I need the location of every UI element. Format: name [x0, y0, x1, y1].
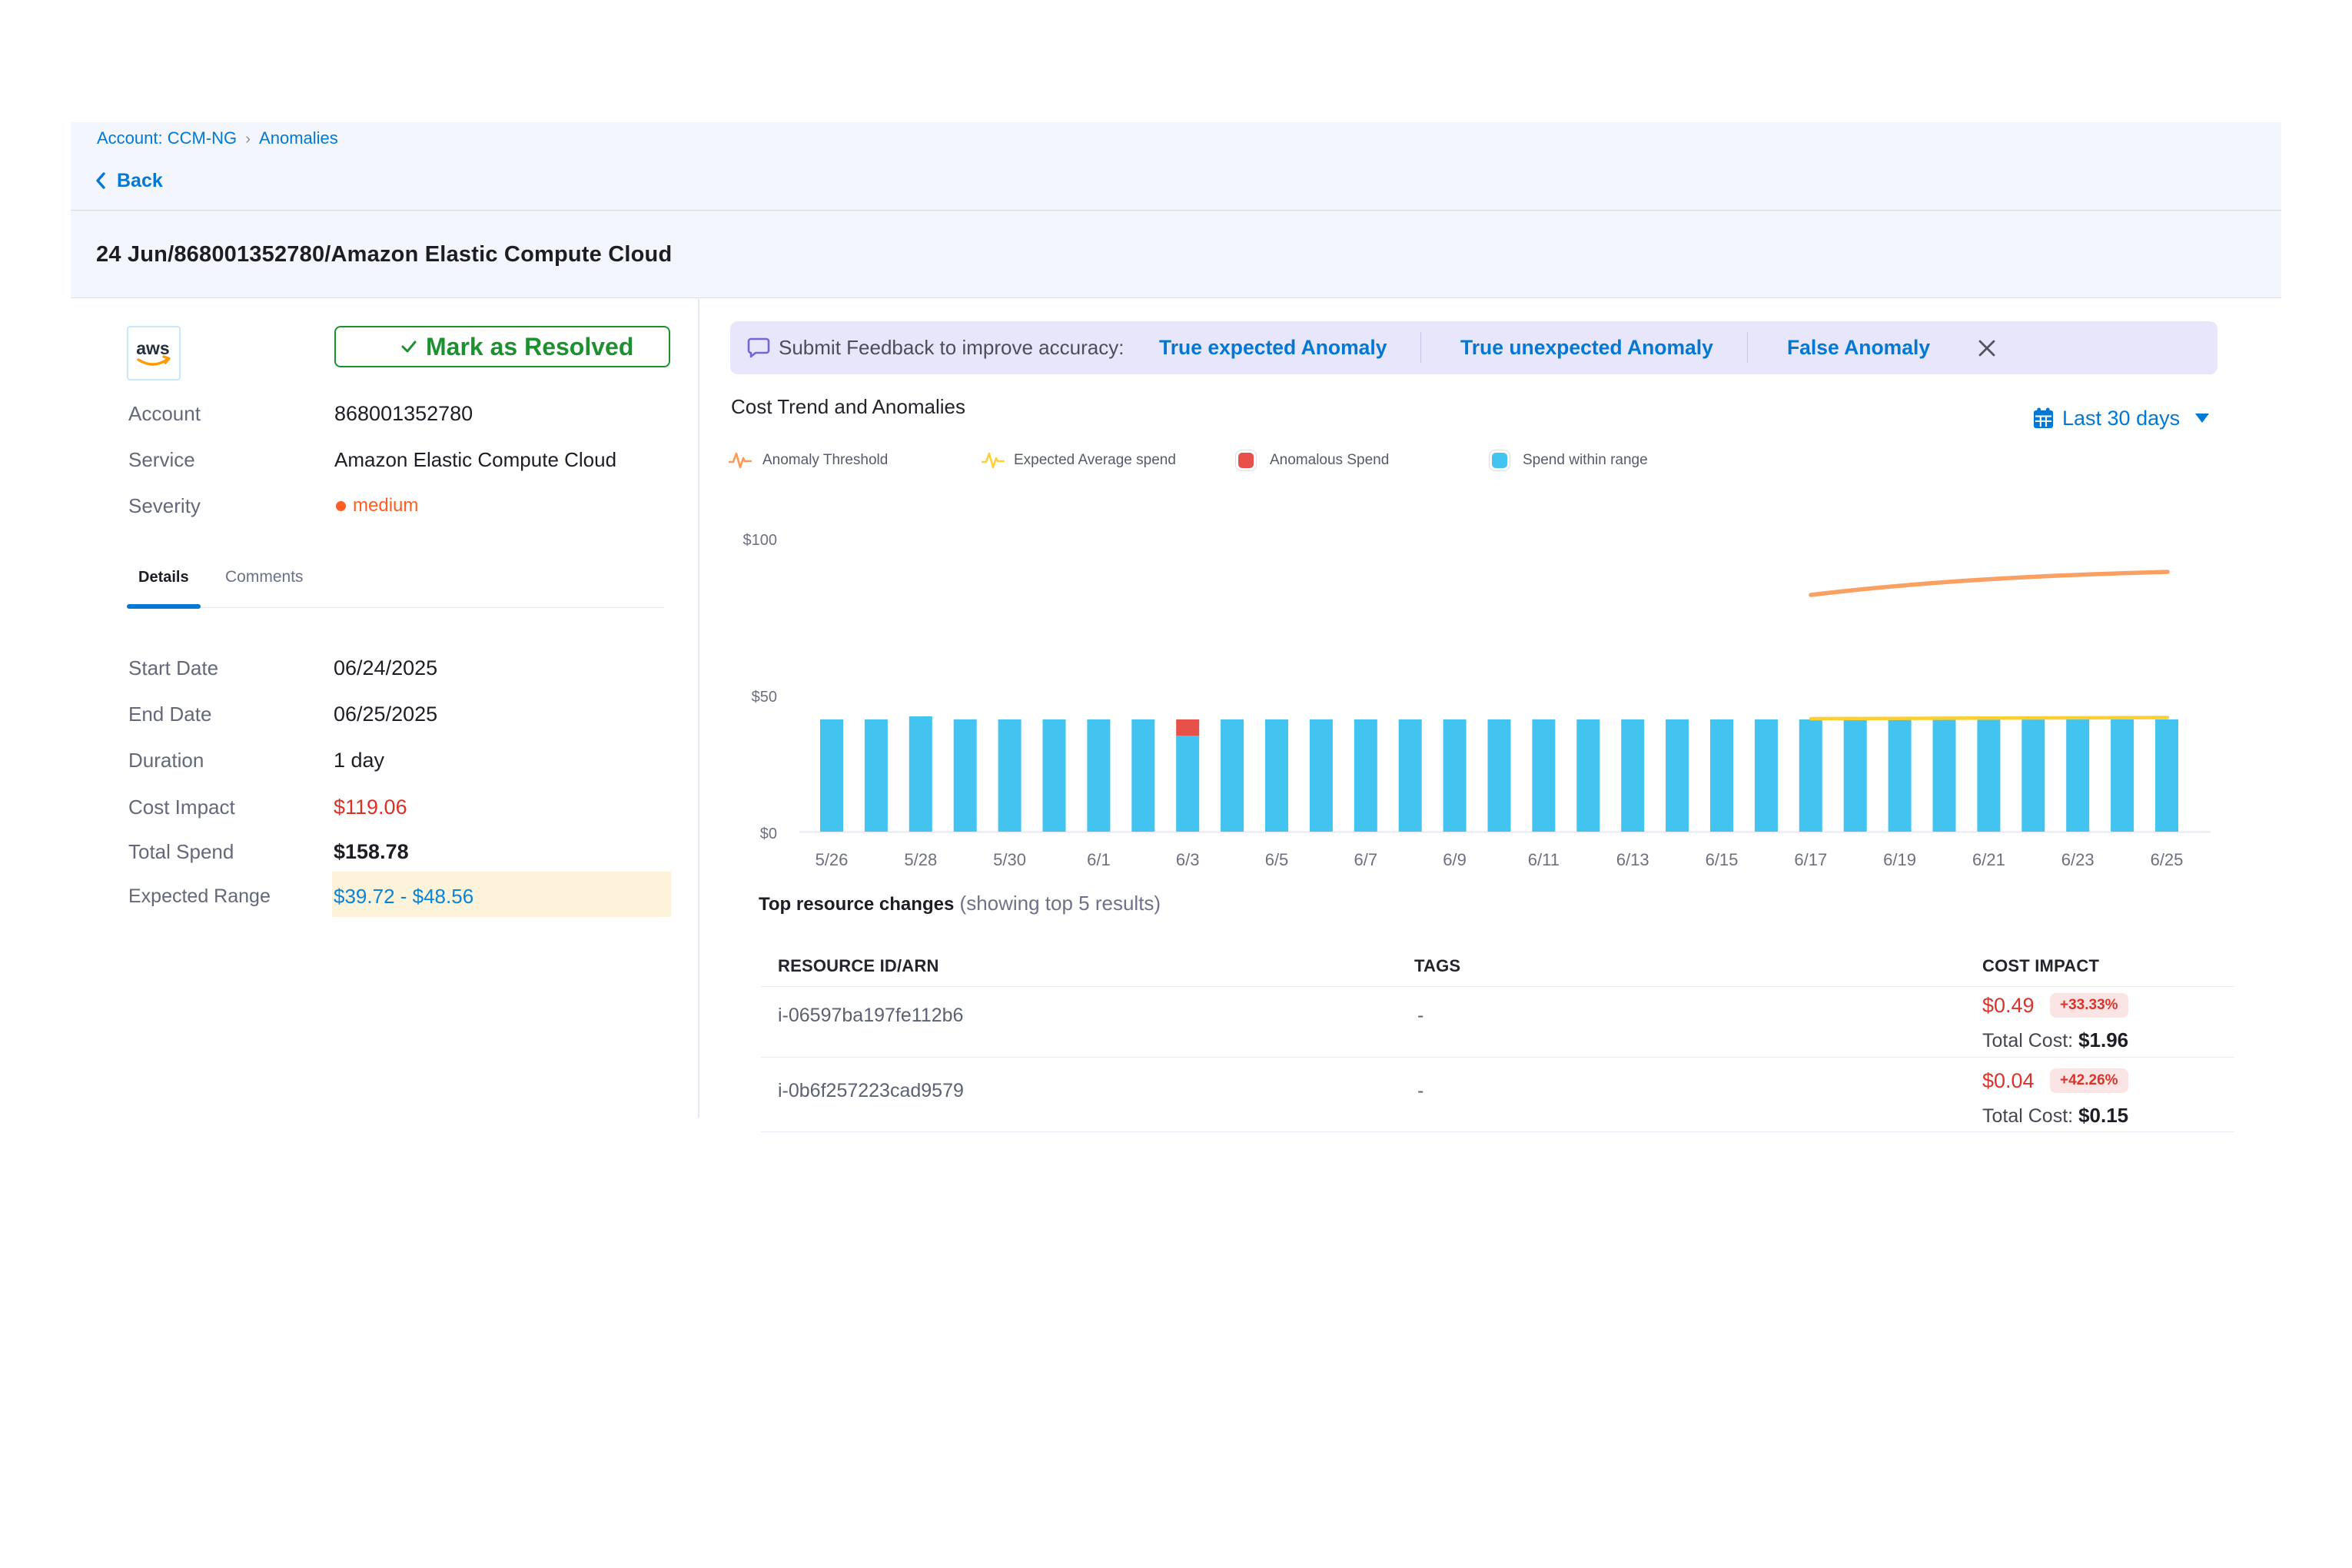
svg-text:6/15: 6/15 — [1706, 850, 1739, 869]
svg-text:5/26: 5/26 — [816, 850, 849, 869]
svg-text:6/17: 6/17 — [1794, 850, 1827, 869]
svg-text:6/9: 6/9 — [1443, 850, 1467, 869]
svg-text:6/7: 6/7 — [1354, 850, 1378, 869]
svg-text:6/11: 6/11 — [1528, 850, 1560, 869]
svg-text:5/30: 5/30 — [993, 850, 1026, 869]
svg-text:$100: $100 — [743, 532, 778, 549]
svg-text:$0: $0 — [760, 826, 777, 842]
svg-text:6/1: 6/1 — [1087, 850, 1111, 869]
svg-text:6/3: 6/3 — [1176, 850, 1200, 869]
svg-text:5/28: 5/28 — [904, 850, 937, 869]
svg-text:aws: aws — [136, 338, 169, 358]
svg-text:6/23: 6/23 — [2061, 850, 2095, 869]
svg-text:6/5: 6/5 — [1265, 850, 1289, 869]
svg-text:6/25: 6/25 — [2151, 850, 2184, 869]
svg-text:6/13: 6/13 — [1616, 850, 1649, 869]
svg-text:6/21: 6/21 — [1972, 850, 2005, 869]
svg-text:6/19: 6/19 — [1883, 850, 1916, 869]
svg-text:$50: $50 — [752, 689, 777, 706]
